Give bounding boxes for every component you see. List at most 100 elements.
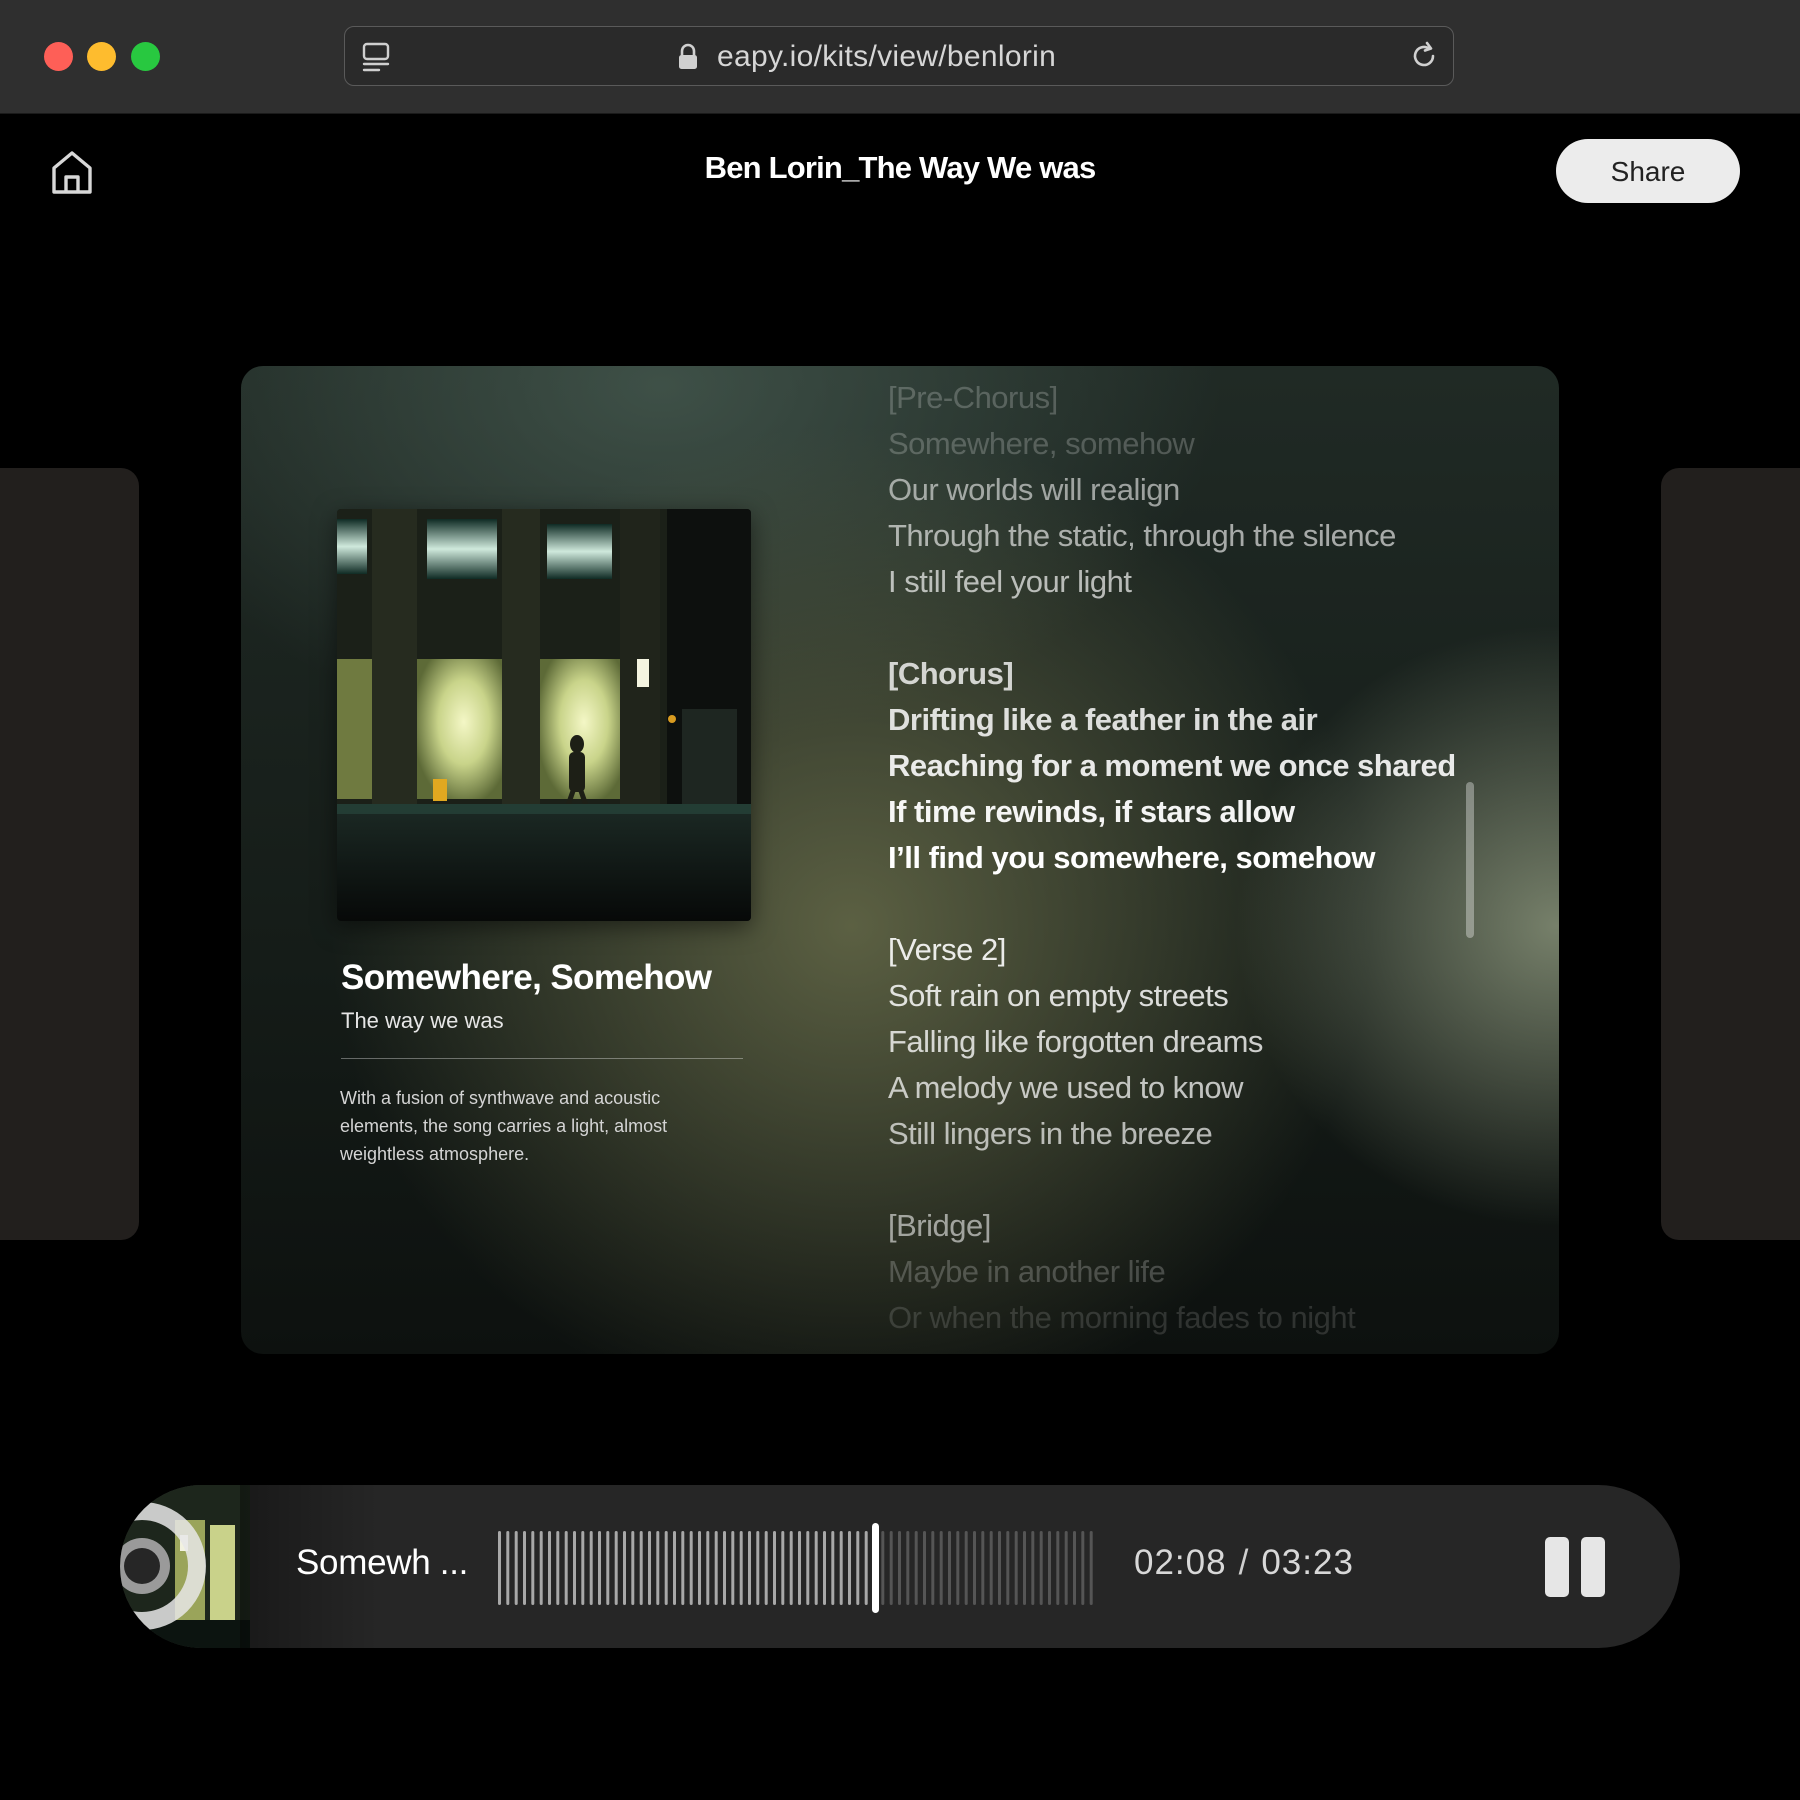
waveform-bar [748, 1531, 751, 1605]
waveform-bar [898, 1531, 901, 1605]
lyric-section-header[interactable]: [Pre-Chorus] [888, 380, 1058, 416]
waveform-bar [914, 1531, 918, 1605]
waveform-bar [923, 1531, 926, 1605]
waveform-bar [848, 1531, 851, 1605]
waveform-bar [598, 1531, 601, 1605]
lyric-line[interactable]: If time rewinds, if stars allow [888, 794, 1295, 830]
current-time: 02:08 [1134, 1543, 1227, 1582]
waveform-bar [631, 1531, 635, 1605]
waveform-bar [781, 1531, 785, 1605]
lyric-line[interactable]: Through the static, through the silence [888, 518, 1396, 554]
waveform-bar [856, 1531, 860, 1605]
waveform-bar [706, 1531, 710, 1605]
url-text[interactable]: eapy.io/kits/view/benlorin [717, 40, 1056, 74]
pause-bar-right [1581, 1537, 1605, 1597]
waveform-bar [731, 1531, 735, 1605]
progress-waveform[interactable] [497, 1523, 1097, 1613]
waveform-bar [964, 1531, 968, 1605]
waveform-bar [564, 1531, 568, 1605]
waveform-bar [639, 1531, 643, 1605]
waveform-bar [1064, 1531, 1068, 1605]
waveform-bar [764, 1531, 768, 1605]
time-separator: / [1238, 1543, 1250, 1582]
lock-icon [679, 43, 697, 69]
waveform-bar [506, 1531, 510, 1605]
time-display: 02:08 / 03:23 [1134, 1543, 1354, 1583]
lyric-line[interactable]: I’ll find you somewhere, somehow [888, 840, 1375, 876]
pause-bar-left [1545, 1537, 1569, 1597]
lyric-line[interactable]: Drifting like a feather in the air [888, 702, 1318, 738]
next-card[interactable] [1661, 468, 1800, 1240]
waveform-bar [681, 1531, 685, 1605]
minimize-window-button[interactable] [87, 42, 116, 71]
album-art [337, 509, 751, 921]
previous-card[interactable] [0, 468, 139, 1240]
waveform-bar [931, 1531, 935, 1605]
waveform-bar [581, 1531, 585, 1605]
waveform-bar [981, 1531, 985, 1605]
player-bar: Somewh ... 02:08 / 03:23 [120, 1485, 1680, 1648]
browser-toolbar: eapy.io/kits/view/benlorin [0, 0, 1800, 114]
waveform-bar [548, 1531, 551, 1605]
waveform-bar [889, 1531, 893, 1605]
lyric-line[interactable]: Soft rain on empty streets [888, 978, 1229, 1014]
playhead[interactable] [872, 1523, 879, 1613]
lyric-section-header[interactable]: [Bridge] [888, 1208, 991, 1244]
lyric-line[interactable]: A melody we used to know [888, 1070, 1244, 1106]
lyric-line[interactable]: Somewhere, somehow [888, 426, 1195, 462]
waveform-bar [756, 1531, 760, 1605]
waveform-bar [906, 1531, 910, 1605]
lyric-section-header[interactable]: [Verse 2] [888, 932, 1006, 968]
waveform-bar [1014, 1531, 1018, 1605]
player-track-title: Somewh ... [296, 1543, 469, 1582]
share-button[interactable]: Share [1556, 139, 1740, 203]
song-card: Somewhere, Somehow The way we was With a… [241, 366, 1559, 1354]
waveform-bar [864, 1531, 868, 1605]
waveform-bar [648, 1531, 651, 1605]
waveform-bar [664, 1531, 668, 1605]
divider [341, 1058, 743, 1059]
waveform-bar [1056, 1531, 1060, 1605]
close-window-button[interactable] [44, 42, 73, 71]
waveform-bar [773, 1531, 776, 1605]
waveform-bar [1023, 1531, 1026, 1605]
tab-overview-icon[interactable] [361, 41, 391, 73]
waveform-bar [839, 1531, 843, 1605]
lyric-line[interactable]: Or when the morning fades to night [888, 1300, 1356, 1336]
waveform-bar [798, 1531, 801, 1605]
lyric-line[interactable]: I still feel your light [888, 564, 1132, 600]
waveform-bar [823, 1531, 826, 1605]
lyric-line[interactable]: Our worlds will realign [888, 472, 1180, 508]
waveform-bar [523, 1531, 526, 1605]
song-description: With a fusion of synthwave and acoustic … [340, 1088, 668, 1164]
waveform-bar [814, 1531, 818, 1605]
lyrics-panel[interactable]: [Pre-Chorus] Somewhere, somehow Our worlds… [888, 366, 1488, 1354]
song-title: Somewhere, Somehow [341, 958, 712, 997]
waveform-bar [514, 1531, 518, 1605]
waveform-bar [948, 1531, 951, 1605]
lyrics-scrollbar[interactable] [1466, 782, 1474, 938]
page-title: Ben Lorin_The Way We was [704, 150, 1097, 185]
address-bar[interactable]: eapy.io/kits/view/benlorin [344, 26, 1454, 86]
lyric-line[interactable]: Still lingers in the breeze [888, 1116, 1213, 1152]
maximize-window-button[interactable] [131, 42, 160, 71]
waveform-bar [573, 1531, 576, 1605]
waveform-bar [1081, 1531, 1085, 1605]
home-icon[interactable] [48, 148, 96, 196]
lyric-section-header[interactable]: [Chorus] [888, 656, 1014, 692]
waveform-bar [1089, 1531, 1093, 1605]
pause-button[interactable] [1545, 1537, 1607, 1597]
waveform-bar [1006, 1531, 1010, 1605]
waveform-bar [1039, 1531, 1043, 1605]
waveform-bar [673, 1531, 676, 1605]
now-playing-disc[interactable] [120, 1485, 250, 1648]
waveform-bar [498, 1531, 501, 1605]
waveform-bar [789, 1531, 793, 1605]
waveform-bar [614, 1531, 618, 1605]
waveform-bar [589, 1531, 593, 1605]
waveform-bar [956, 1531, 960, 1605]
reload-icon[interactable] [1407, 39, 1441, 73]
lyric-line[interactable]: Reaching for a moment we once shared [888, 748, 1456, 784]
lyric-line[interactable]: Maybe in another life [888, 1254, 1166, 1290]
lyric-line[interactable]: Falling like forgotten dreams [888, 1024, 1263, 1060]
